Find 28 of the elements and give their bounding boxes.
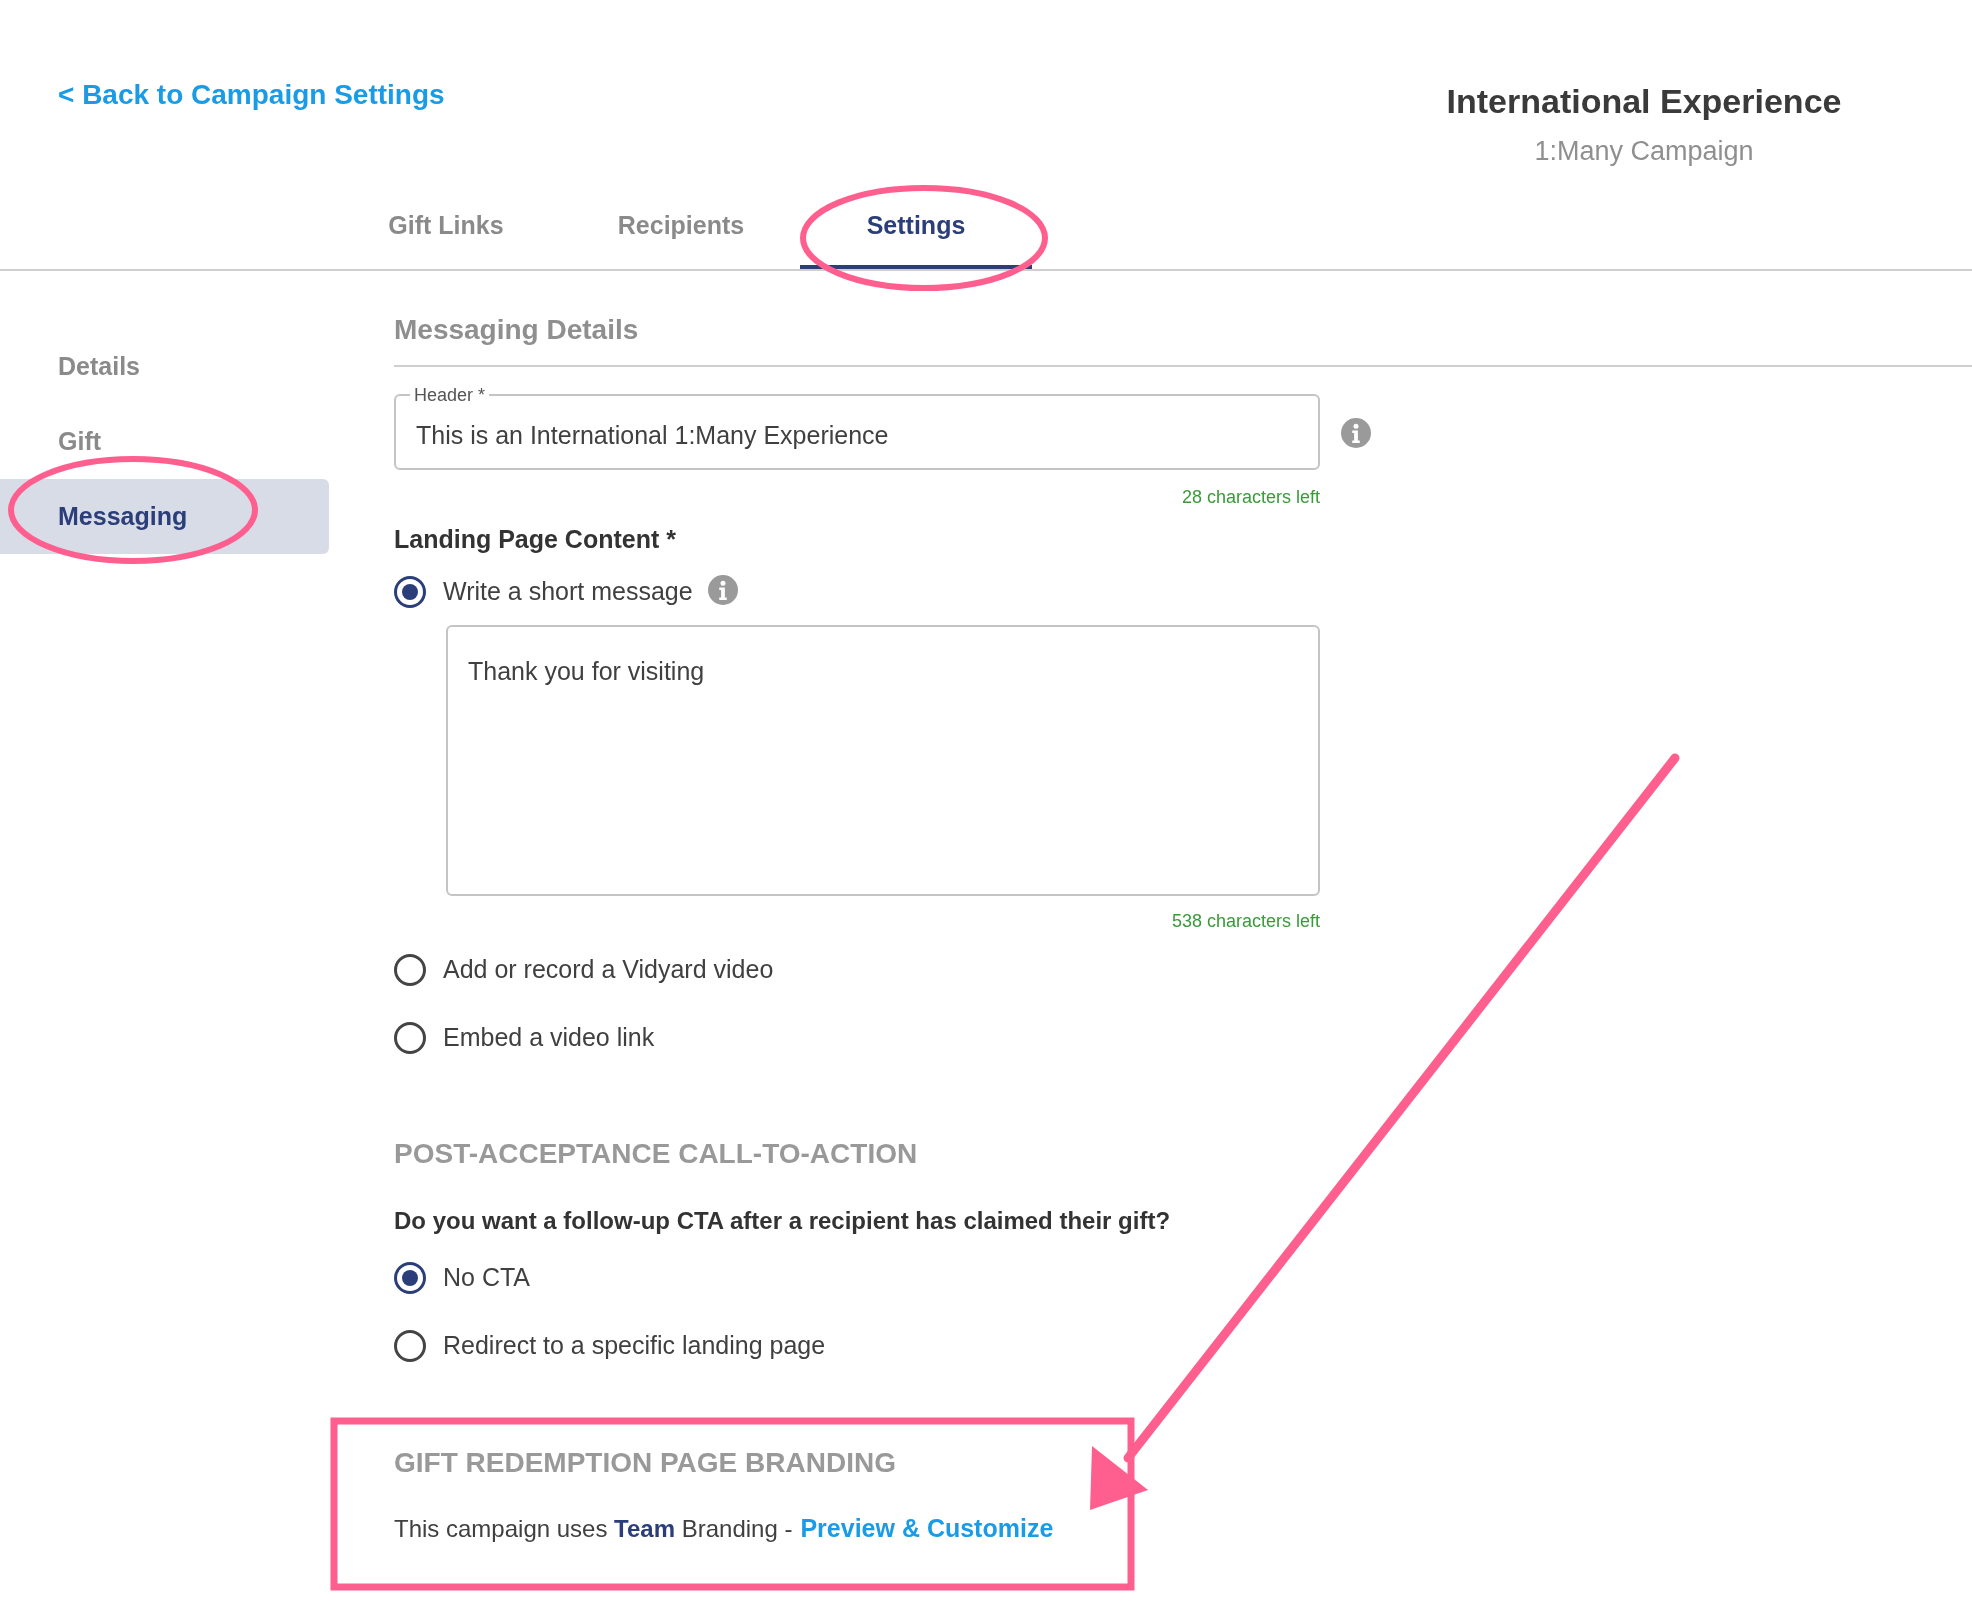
question-text: Do you want a follow-up CTA after a recipient has claimed their gift? [394,1205,1172,1236]
radio-button[interactable] [394,953,426,986]
option-label[interactable]: Add or record a Vidyard video [443,950,774,989]
option-label[interactable]: Embed a video link [443,1018,655,1057]
message-field[interactable]: Thank you for visiting [446,624,1320,896]
tab[interactable]: Settings [800,199,1032,269]
character-counter: 538 characters left [1170,909,1320,933]
campaign-title: International Experience [1446,81,1842,122]
option-label[interactable]: No CTA [443,1258,531,1297]
radio-button[interactable] [394,1329,426,1362]
info-icon[interactable] [1341,417,1371,448]
radio-button[interactable] [394,1261,426,1294]
character-counter: 28 characters left [1180,486,1320,509]
info-icon[interactable] [707,574,738,605]
header-field[interactable]: Header * This is an International 1:Many Experience [394,386,1320,470]
field-label: Landing Page Content * [394,524,677,555]
campaign-subtitle: 1:Many Campaign [1534,135,1754,168]
branding-text: This campaign uses Team Branding - [394,1513,793,1544]
option-label[interactable]: Write a short message [443,572,693,611]
option-label[interactable]: Redirect to a specific landing page [443,1326,826,1365]
radio-button[interactable] [394,1021,426,1054]
section-heading: GIFT REDEMPTION PAGE BRANDING [394,1445,897,1480]
sidebar-item[interactable]: Messaging [0,479,329,554]
field-label: Header * [413,386,487,404]
section-heading: Messaging Details [394,309,1972,367]
radio-button[interactable] [394,575,426,608]
section-heading: POST-ACCEPTANCE CALL-TO-ACTION [394,1136,919,1171]
header-input[interactable]: This is an International 1:Many Experience [410,404,1304,466]
